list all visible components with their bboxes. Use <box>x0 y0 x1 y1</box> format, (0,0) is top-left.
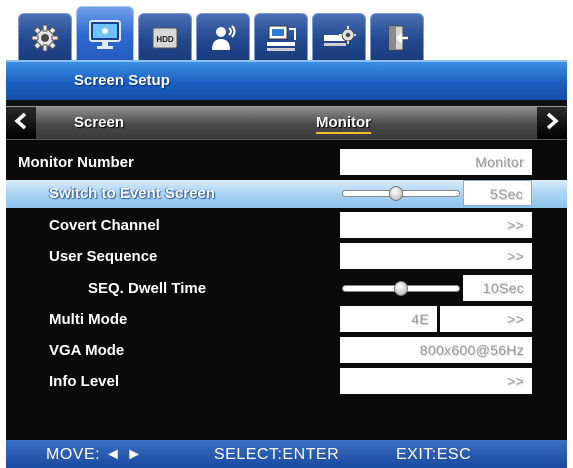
chevron-right-icon <box>545 112 559 135</box>
slider-thumb[interactable] <box>389 186 403 201</box>
select-hint: SELECT:ENTER <box>214 446 340 463</box>
chevron-left-icon <box>14 112 28 135</box>
gear-icon <box>30 23 60 53</box>
prev-page-button[interactable] <box>6 107 36 139</box>
network-icon <box>265 23 297 53</box>
row-switch-event-screen[interactable]: Switch to Event Screen 5Sec <box>6 180 567 208</box>
info-level-button[interactable]: >> <box>340 368 532 394</box>
tab-device[interactable] <box>312 13 366 61</box>
switch-event-value[interactable]: 5Sec <box>463 180 532 206</box>
settings-panel: Screen Setup Screen Monitor Monitor Numb… <box>6 60 567 440</box>
vga-mode-label: VGA Mode <box>49 342 125 359</box>
sub-navigation: Screen Monitor <box>6 106 567 140</box>
tab-display[interactable] <box>76 6 134 62</box>
hdd-icon-label: HDD <box>156 35 174 44</box>
user-sequence-label: User Sequence <box>49 248 158 265</box>
row-info-level[interactable]: Info Level >> <box>6 368 567 396</box>
subtab-screen[interactable]: Screen <box>74 114 124 131</box>
row-vga-mode[interactable]: VGA Mode 800x600@56Hz <box>6 337 567 365</box>
slider-thumb[interactable] <box>394 281 408 296</box>
monitor-number-value[interactable]: Monitor <box>340 149 532 175</box>
menu-tab-bar: HDD <box>0 0 573 62</box>
subtab-monitor[interactable]: Monitor <box>316 114 371 134</box>
tab-network[interactable] <box>254 13 308 61</box>
user-icon <box>208 23 238 53</box>
row-monitor-number[interactable]: Monitor Number Monitor <box>6 149 567 177</box>
sub-tab-strip: Screen Monitor <box>36 107 537 139</box>
tab-storage[interactable]: HDD <box>138 13 192 61</box>
monitor-number-label: Monitor Number <box>18 154 134 171</box>
monitor-icon <box>87 18 123 52</box>
multi-mode-value[interactable]: 4E <box>340 306 437 332</box>
user-sequence-button[interactable]: >> <box>340 243 532 269</box>
exit-hint: EXIT:ESC <box>396 446 472 463</box>
key-hint-bar: MOVE: ◄ ► SELECT:ENTER EXIT:ESC <box>6 440 567 468</box>
info-level-label: Info Level <box>49 373 120 390</box>
row-multi-mode[interactable]: Multi Mode 4E >> <box>6 306 567 334</box>
tab-exit[interactable] <box>370 13 424 61</box>
multi-mode-button[interactable]: >> <box>440 306 532 332</box>
vga-mode-value[interactable]: 800x600@56Hz <box>340 337 532 363</box>
switch-event-slider[interactable] <box>342 186 460 201</box>
row-user-sequence[interactable]: User Sequence >> <box>6 243 567 271</box>
row-seq-dwell-time[interactable]: SEQ. Dwell Time 10Sec <box>6 275 567 303</box>
multi-mode-label: Multi Mode <box>49 311 128 328</box>
seq-dwell-value[interactable]: 10Sec <box>463 275 532 301</box>
seq-dwell-label: SEQ. Dwell Time <box>88 280 207 297</box>
device-settings-icon <box>322 23 356 53</box>
switch-event-label: Switch to Event Screen <box>49 185 215 202</box>
exit-door-icon <box>383 23 411 53</box>
hdd-icon: HDD <box>150 25 180 51</box>
seq-dwell-slider[interactable] <box>342 281 460 296</box>
tab-user[interactable] <box>196 13 250 61</box>
covert-channel-label: Covert Channel <box>49 217 160 234</box>
next-page-button[interactable] <box>537 107 567 139</box>
panel-title: Screen Setup <box>74 72 170 89</box>
move-hint: MOVE: ◄ ► <box>46 446 143 463</box>
covert-channel-button[interactable]: >> <box>340 212 532 238</box>
row-covert-channel[interactable]: Covert Channel >> <box>6 212 567 240</box>
title-bar: Screen Setup <box>6 60 567 100</box>
tab-system-settings[interactable] <box>18 13 72 61</box>
